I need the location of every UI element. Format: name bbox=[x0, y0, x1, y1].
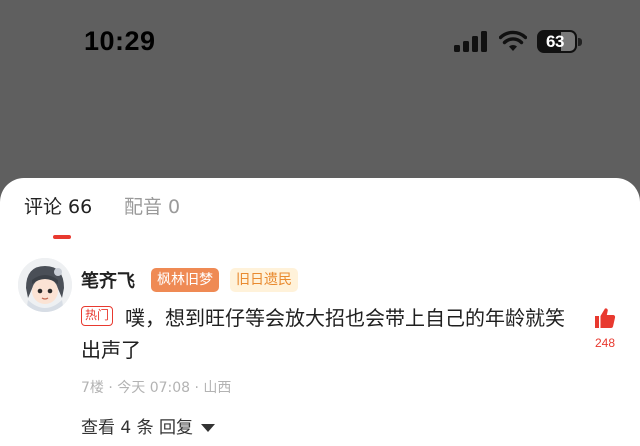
battery-icon: 63 bbox=[537, 30, 585, 54]
tab-dubbing[interactable]: 配音 0 bbox=[124, 192, 180, 219]
status-time: 10:29 bbox=[84, 26, 156, 56]
avatar[interactable] bbox=[18, 258, 72, 312]
comment-username[interactable]: 笔齐飞 bbox=[81, 267, 135, 293]
like-count: 248 bbox=[594, 336, 616, 350]
comment-text: 噗，想到旺仔等会放大招也会带上自己的年龄就笑出声了 bbox=[81, 306, 565, 362]
battery-level: 63 bbox=[546, 32, 564, 51]
comment-meta: 7楼 · 今天 07:08 · 山西 bbox=[81, 380, 232, 396]
status-bar: 10:29 63 bbox=[0, 0, 640, 90]
like-button[interactable]: 248 bbox=[588, 306, 622, 350]
tab-comments[interactable]: 评论 66 bbox=[24, 192, 92, 219]
chevron-down-icon bbox=[201, 424, 216, 432]
avatar-illustration-icon bbox=[18, 258, 72, 312]
view-replies-button[interactable]: 查看 4 条 回复 bbox=[81, 413, 216, 438]
user-badge: 枫林旧梦 bbox=[151, 268, 219, 292]
comments-sheet: 评论 66 配音 0 笔齐飞 枫林旧梦 旧日遗民 热门 噗，想到旺仔等会放大招也… bbox=[0, 178, 640, 446]
thumbs-up-icon bbox=[595, 308, 616, 328]
cellular-signal-icon bbox=[454, 31, 487, 52]
active-tab-indicator bbox=[53, 235, 71, 239]
wifi-icon bbox=[499, 30, 527, 51]
view-replies-label: 查看 4 条 回复 bbox=[81, 418, 194, 438]
user-badge: 旧日遗民 bbox=[230, 268, 298, 292]
